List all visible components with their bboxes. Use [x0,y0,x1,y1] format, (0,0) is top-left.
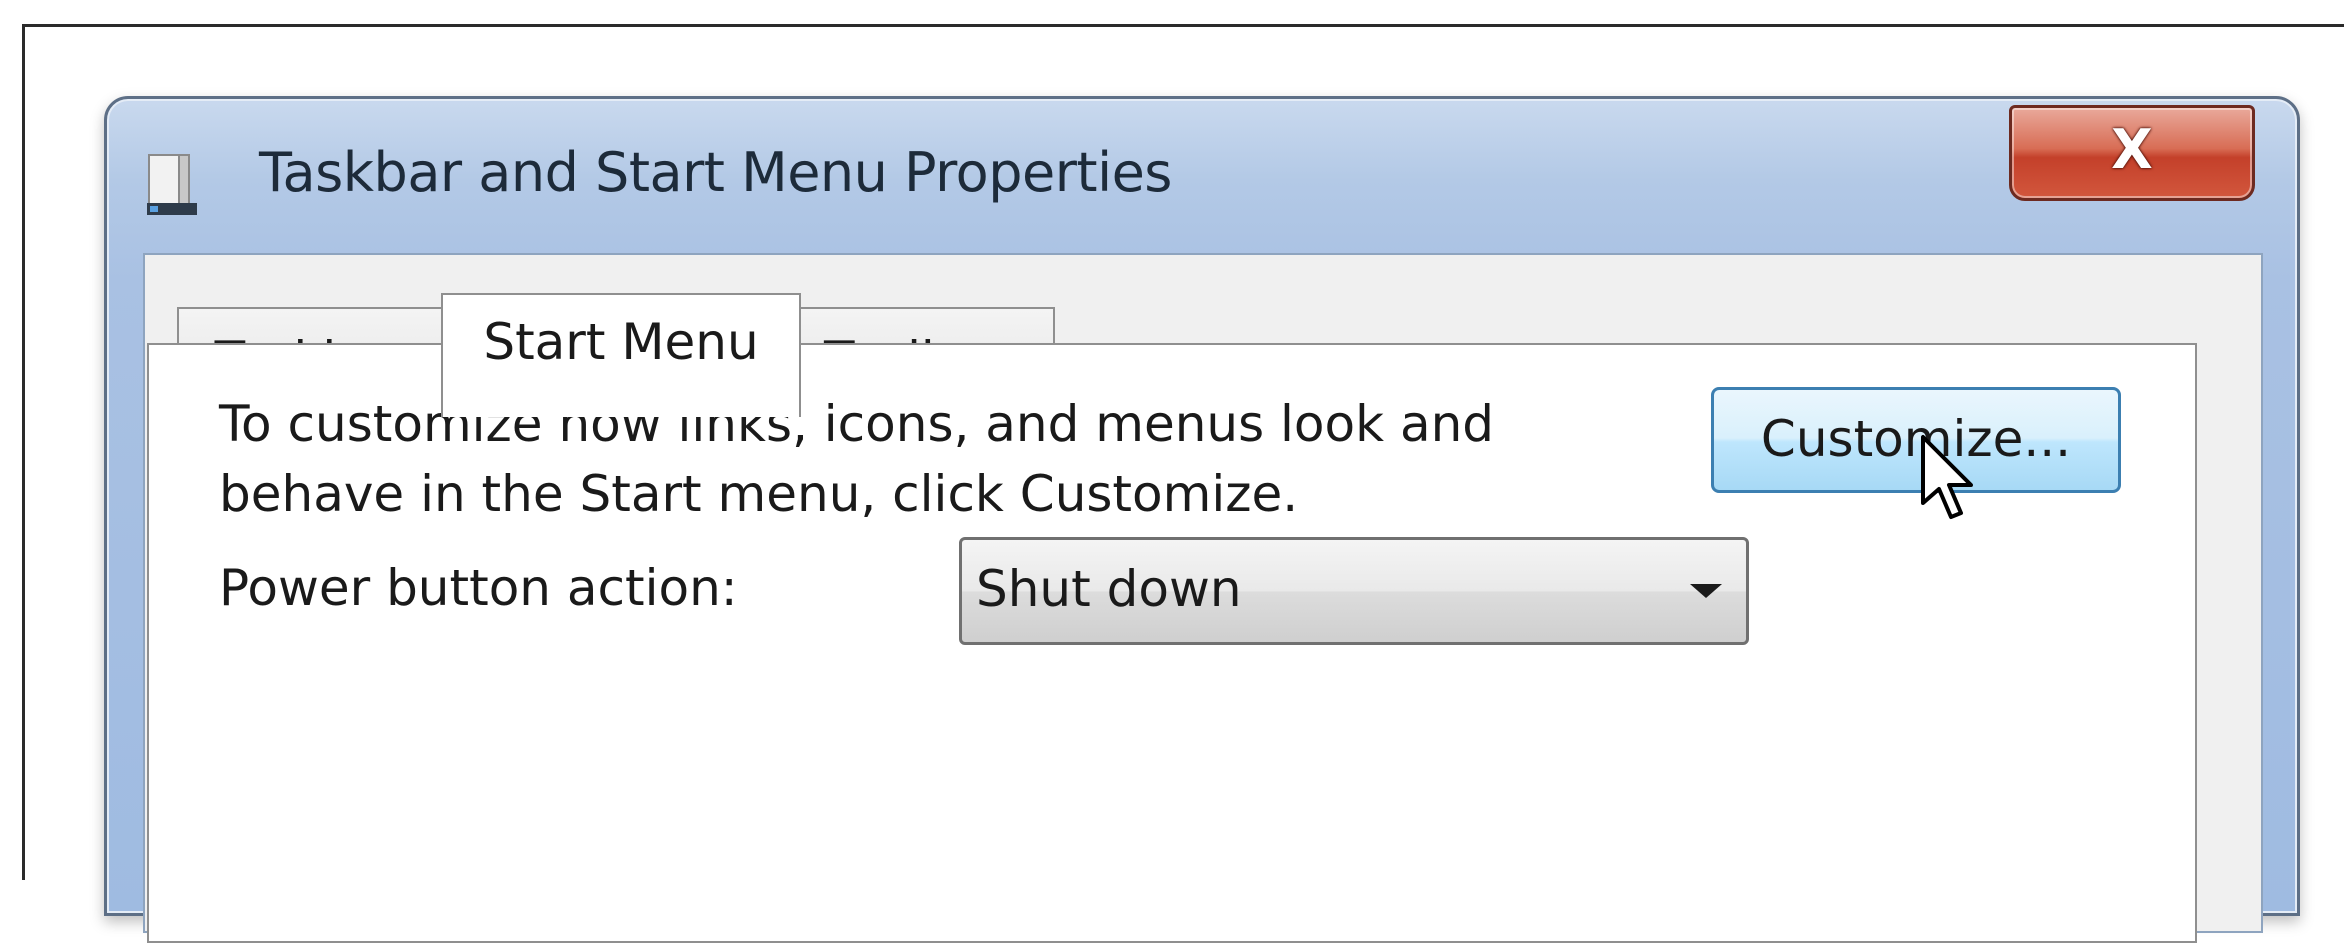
close-button[interactable]: X [2009,105,2255,201]
taskbar-icon [147,154,197,215]
power-select-value: Shut down [976,560,1242,618]
customize-button[interactable]: Customize... [1711,387,2121,493]
power-button-label: Power button action: [219,559,738,617]
window-title: Taskbar and Start Menu Properties [259,141,1172,204]
chevron-down-icon[interactable] [1690,584,1722,598]
close-icon: X [2111,118,2153,181]
properties-window: Taskbar and Start Menu Properties X Task… [104,96,2300,943]
tab-start-menu[interactable]: Start Menu [441,293,801,417]
start-menu-panel: To customize how links, icons, and menus… [147,343,2197,943]
customize-description: To customize how links, icons, and menus… [219,395,1495,523]
mouse-cursor-icon [1921,435,1973,519]
power-button-action-select[interactable]: Shut down [959,537,1749,645]
tab-label: Start Menu [483,313,759,371]
